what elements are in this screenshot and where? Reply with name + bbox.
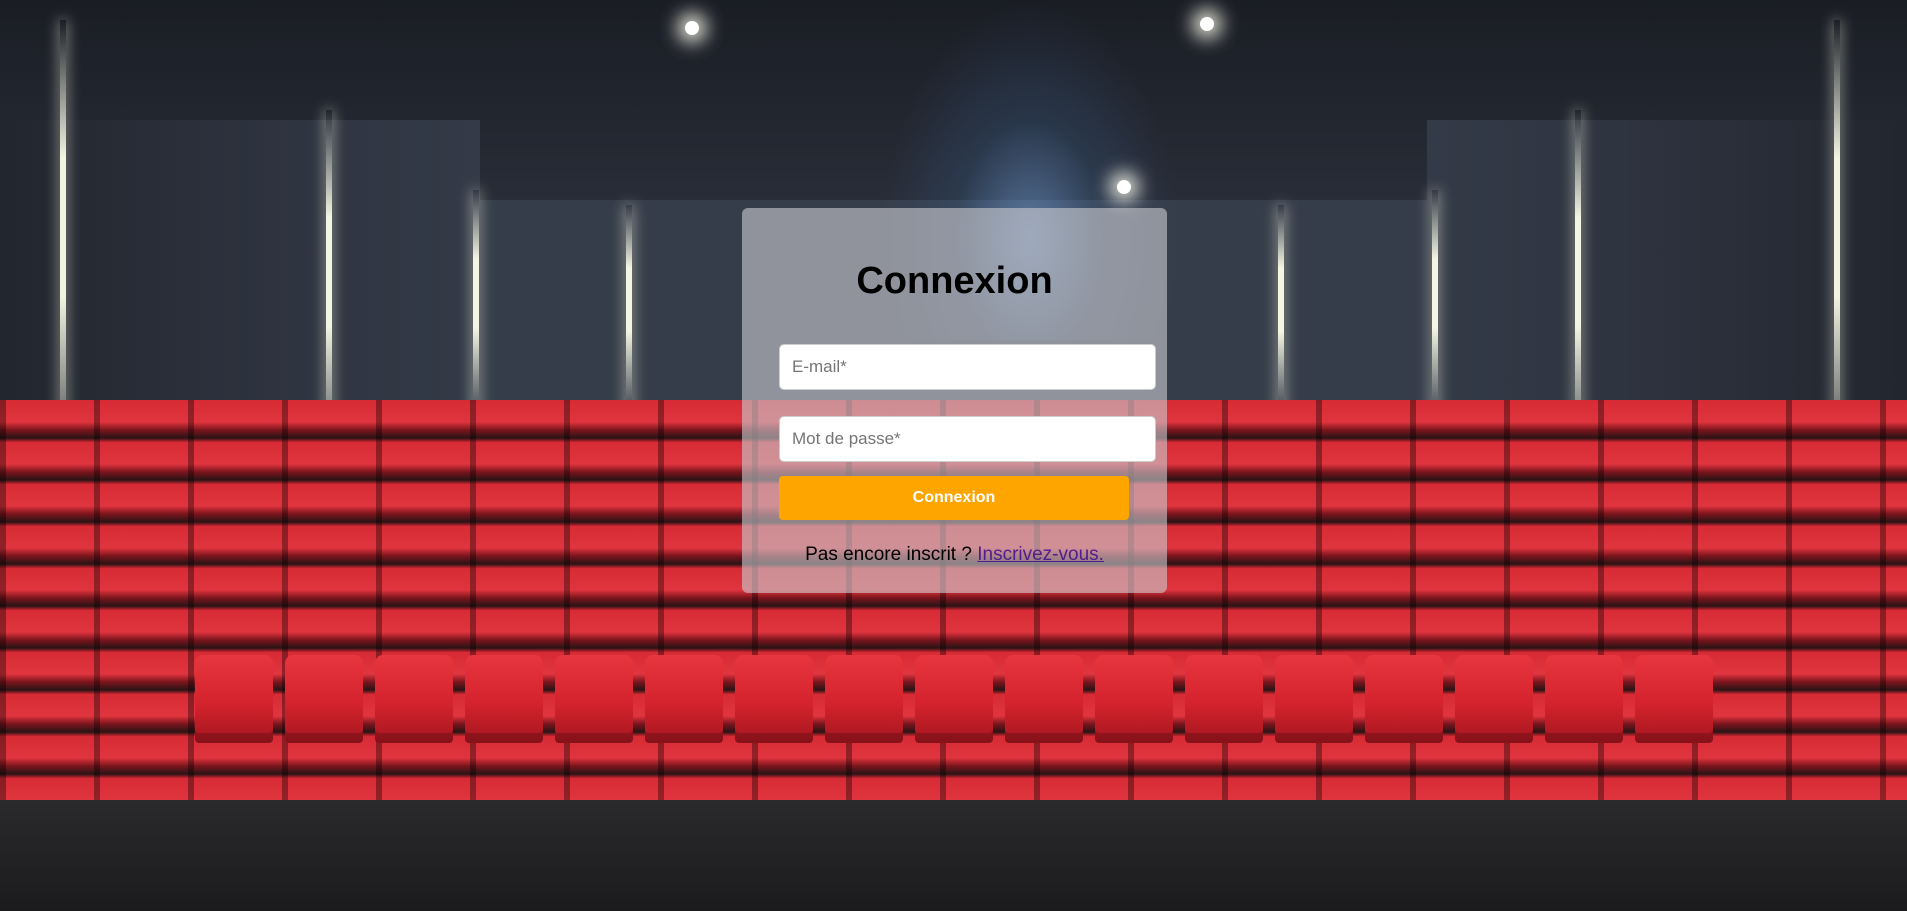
front-seat-row	[0, 655, 1907, 743]
signup-prompt-row: Pas encore inscrit ? Inscrivez-vous.	[742, 544, 1167, 566]
ceiling-spotlight	[1117, 180, 1131, 194]
ceiling-spotlight	[1200, 17, 1214, 31]
password-input[interactable]	[779, 416, 1156, 462]
ceiling-spotlight	[685, 21, 699, 35]
wall-light	[626, 205, 632, 415]
floor	[0, 800, 1907, 911]
email-input[interactable]	[779, 344, 1156, 390]
signup-prompt-text: Pas encore inscrit ?	[805, 544, 972, 565]
signup-link[interactable]: Inscrivez-vous.	[977, 544, 1104, 565]
wall-light	[473, 190, 479, 420]
login-panel: Connexion Connexion Pas encore inscrit ?…	[742, 208, 1167, 593]
wall-light	[1278, 205, 1284, 415]
login-title: Connexion	[856, 260, 1053, 302]
wall-light	[1432, 190, 1438, 420]
login-button[interactable]: Connexion	[779, 476, 1129, 520]
